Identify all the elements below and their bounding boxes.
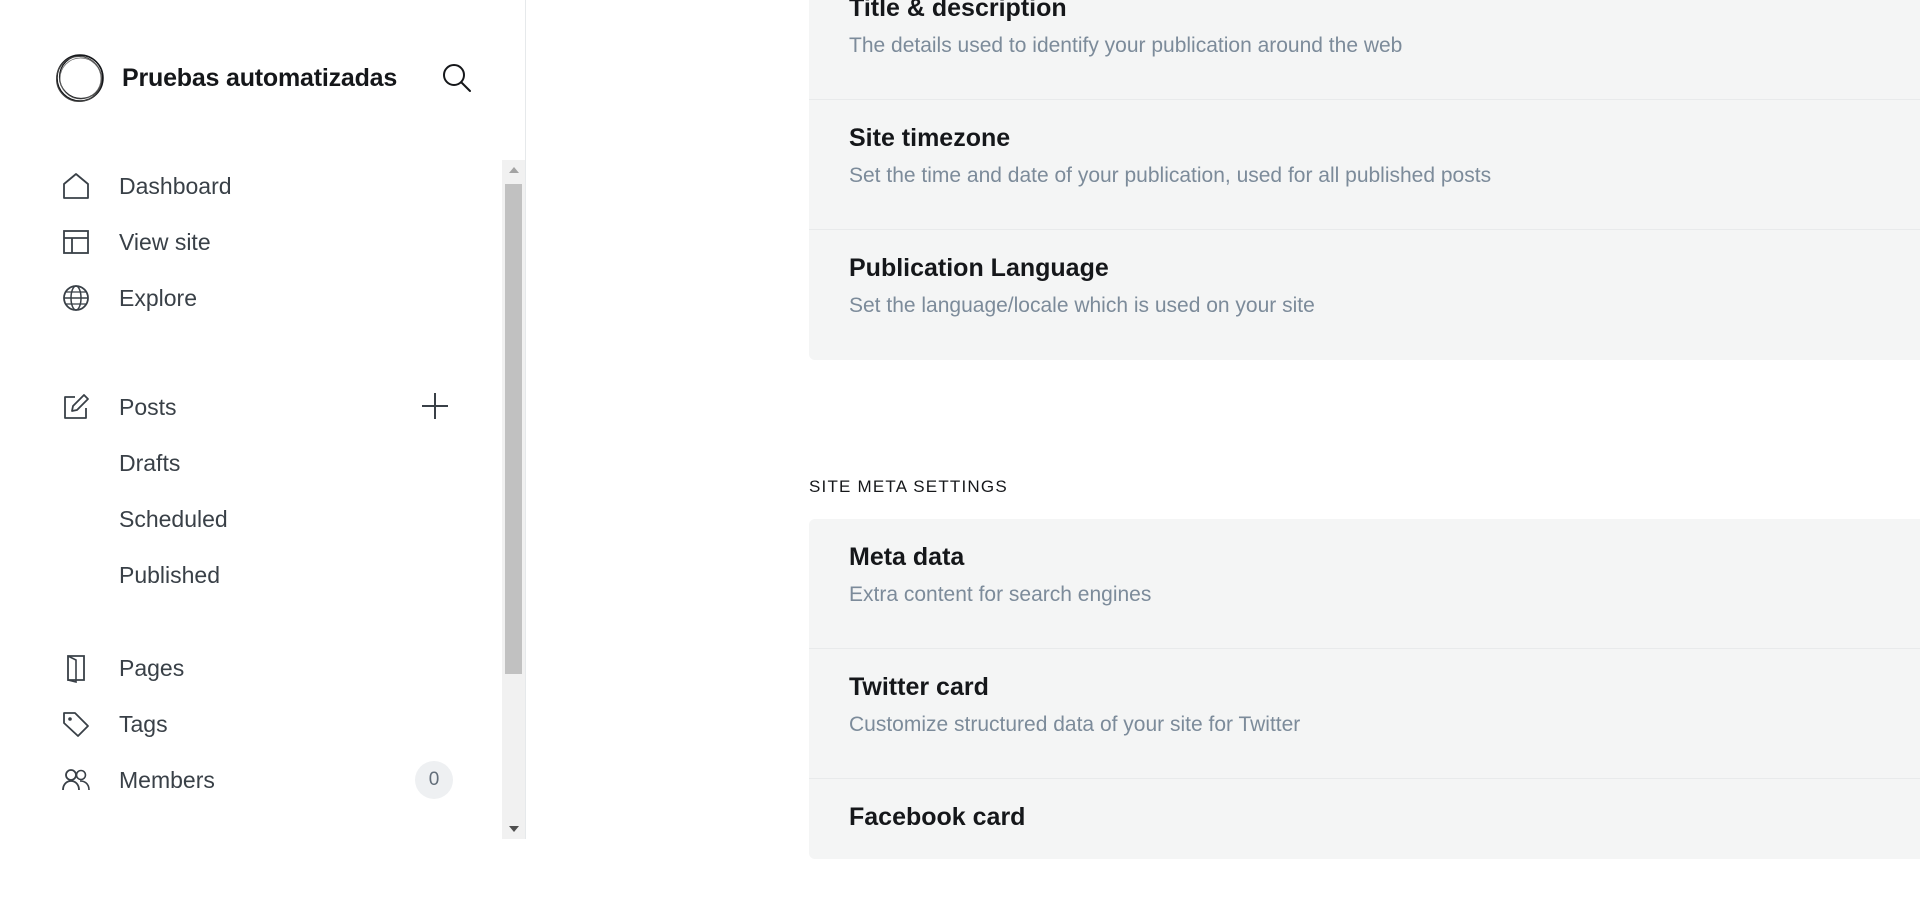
edit-icon xyxy=(60,391,92,423)
nav-view-site-label: View site xyxy=(119,228,211,255)
search-icon xyxy=(443,64,471,92)
nav-dashboard[interactable]: Dashboard xyxy=(60,166,460,206)
scroll-thumb[interactable] xyxy=(505,184,522,674)
setting-title: Title & description xyxy=(849,0,1067,22)
setting-title-description[interactable]: Title & description The details used to … xyxy=(809,0,1920,100)
sidebar: Pruebas automatizadas Dashboard View sit… xyxy=(0,0,526,839)
settings-main: Title & description The details used to … xyxy=(527,0,1920,859)
nav-posts-published[interactable]: Published xyxy=(119,557,220,593)
nav-members-label: Members xyxy=(119,766,215,793)
setting-site-timezone[interactable]: Site timezone Set the time and date of y… xyxy=(809,100,1920,230)
setting-title: Site timezone xyxy=(849,124,1011,152)
site-meta-settings-heading: SITE META SETTINGS xyxy=(809,477,1008,496)
scroll-up-arrow[interactable] xyxy=(502,160,525,180)
nav-dashboard-label: Dashboard xyxy=(119,172,232,199)
setting-facebook-card[interactable]: Facebook card xyxy=(809,779,1920,909)
search-button[interactable] xyxy=(438,59,476,97)
nav-view-site[interactable]: View site xyxy=(60,222,460,262)
members-count-badge: 0 xyxy=(415,761,453,799)
members-icon xyxy=(60,764,92,796)
home-icon xyxy=(60,170,92,202)
nav-members[interactable]: Members xyxy=(60,760,400,800)
setting-description: The details used to identify your public… xyxy=(849,34,1403,57)
setting-meta-data[interactable]: Meta data Extra content for search engin… xyxy=(809,519,1920,649)
triangle-down-icon xyxy=(508,826,519,832)
layout-icon xyxy=(60,226,92,258)
nav-pages-label: Pages xyxy=(119,654,185,681)
plus-icon xyxy=(422,393,448,419)
tag-icon xyxy=(60,708,92,740)
setting-title: Publication Language xyxy=(849,254,1109,282)
nav-posts-label: Posts xyxy=(119,393,177,420)
nav-tags[interactable]: Tags xyxy=(60,704,460,744)
setting-title: Twitter card xyxy=(849,673,989,701)
triangle-up-icon xyxy=(508,167,519,173)
brand[interactable]: Pruebas automatizadas xyxy=(54,52,397,104)
new-post-button[interactable] xyxy=(417,388,453,424)
scroll-down-arrow[interactable] xyxy=(502,819,525,839)
nav-posts[interactable]: Posts xyxy=(60,387,400,427)
setting-publication-language[interactable]: Publication Language Set the language/lo… xyxy=(809,230,1920,360)
globe-icon xyxy=(60,282,92,314)
setting-twitter-card[interactable]: Twitter card Customize structured data o… xyxy=(809,649,1920,779)
setting-description: Extra content for search engines xyxy=(849,583,1152,606)
setting-title: Meta data xyxy=(849,543,965,571)
sidebar-scrollbar[interactable] xyxy=(502,160,525,839)
setting-description: Customize structured data of your site f… xyxy=(849,713,1301,736)
nav-posts-drafts[interactable]: Drafts xyxy=(119,445,180,481)
meta-settings-group: Meta data Extra content for search engin… xyxy=(809,519,1920,859)
setting-title: Facebook card xyxy=(849,803,1026,831)
setting-description: Set the time and date of your publicatio… xyxy=(849,164,1492,187)
scribble-circle-logo xyxy=(56,54,104,102)
site-title: Pruebas automatizadas xyxy=(122,63,398,92)
general-settings-group: Title & description The details used to … xyxy=(809,0,1920,360)
setting-description: Set the language/locale which is used on… xyxy=(849,294,1315,317)
page-icon xyxy=(60,652,92,684)
nav-posts-scheduled[interactable]: Scheduled xyxy=(119,501,228,537)
nav-explore-label: Explore xyxy=(119,284,197,311)
nav-explore[interactable]: Explore xyxy=(60,278,460,318)
nav-tags-label: Tags xyxy=(119,710,168,737)
nav-pages[interactable]: Pages xyxy=(60,648,460,688)
